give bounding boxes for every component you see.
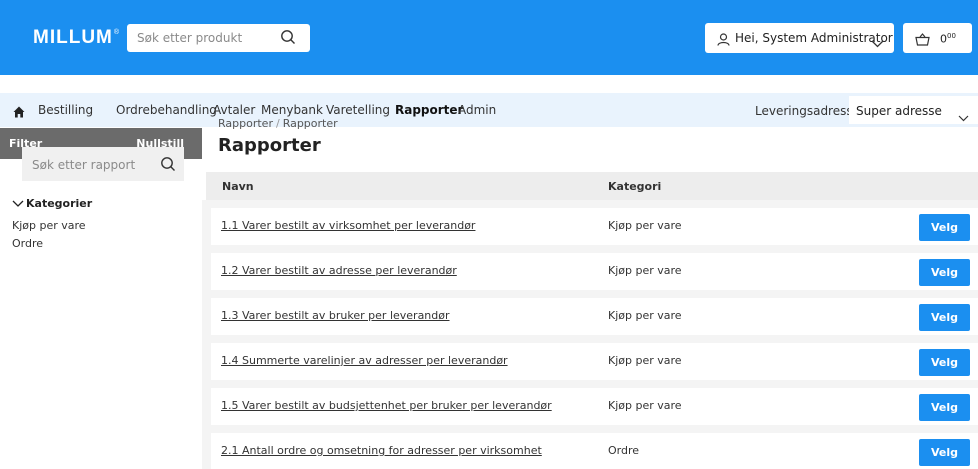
nav-item-bestilling[interactable]: Bestilling — [38, 103, 93, 117]
nav-item-rapporter[interactable]: Rapporter — [395, 103, 463, 117]
table-row: 1.1 Varer bestilt av virksomhet per leve… — [211, 208, 978, 245]
report-link[interactable]: 1.5 Varer bestilt av budsjettenhet per b… — [221, 399, 552, 412]
table-row: 1.2 Varer bestilt av adresse per leveran… — [211, 253, 978, 290]
report-category: Kjøp per vare — [608, 219, 682, 232]
report-link[interactable]: 1.4 Summerte varelinjer av adresser per … — [221, 354, 508, 367]
millum-logo[interactable]: MILLUM® — [33, 27, 119, 49]
column-header-name: Navn — [222, 180, 254, 193]
user-greeting: Hei, System Administrator — [735, 31, 893, 45]
table-row: 1.5 Varer bestilt av budsjettenhet per b… — [211, 388, 978, 425]
delivery-address-value: Super adresse — [856, 104, 942, 118]
delivery-address-select[interactable]: Super adresse — [849, 96, 978, 124]
table-row: 1.4 Summerte varelinjer av adresser per … — [211, 343, 978, 380]
nav-item-admin[interactable]: Admin — [458, 103, 496, 117]
top-header: MILLUM® Søk etter produkt Hei, System Ad… — [0, 0, 978, 75]
category-item-ordre[interactable]: Ordre — [12, 237, 43, 250]
user-icon — [717, 31, 730, 50]
report-link[interactable]: 1.3 Varer bestilt av bruker per leverand… — [221, 309, 450, 322]
breadcrumb-separator: / — [275, 117, 280, 130]
nav-item-varetelling[interactable]: Varetelling — [326, 103, 390, 117]
nav-item-menybank[interactable]: Menybank — [261, 103, 323, 117]
report-category: Kjøp per vare — [608, 309, 682, 322]
categories-title: Kategorier — [26, 197, 93, 210]
report-search-input[interactable]: Søk etter rapport — [22, 147, 184, 181]
chevron-down-icon — [958, 107, 969, 126]
select-report-button[interactable]: Velg — [919, 439, 970, 466]
page-title: Rapporter — [218, 135, 321, 156]
table-row: 1.3 Varer bestilt av bruker per leverand… — [211, 298, 978, 335]
main-navigation: Bestilling Ordrebehandling Avtaler Menyb… — [0, 93, 978, 127]
select-report-button[interactable]: Velg — [919, 304, 970, 331]
report-category: Kjøp per vare — [608, 399, 682, 412]
search-icon[interactable] — [160, 156, 176, 176]
column-header-category: Kategori — [608, 180, 662, 193]
cart-button[interactable]: 000 — [903, 23, 972, 53]
report-search-placeholder: Søk etter rapport — [32, 158, 136, 172]
chevron-down-icon — [871, 33, 884, 52]
report-category: Kjøp per vare — [608, 354, 682, 367]
delivery-address-label: Leveringsadresse — [755, 104, 860, 118]
category-item-kjop-per-vare[interactable]: Kjøp per vare — [12, 219, 86, 232]
basket-icon — [915, 31, 930, 50]
nav-item-ordrebehandling[interactable]: Ordrebehandling — [116, 103, 217, 117]
breadcrumb-current: Rapporter — [282, 117, 338, 130]
report-link[interactable]: 1.1 Varer bestilt av virksomhet per leve… — [221, 219, 475, 232]
table-header: Navn Kategori — [206, 172, 978, 200]
report-category: Kjøp per vare — [608, 264, 682, 277]
user-menu-button[interactable]: Hei, System Administrator — [705, 23, 894, 53]
table-row: 2.1 Antall ordre og omsetning for adress… — [211, 433, 978, 469]
categories-toggle[interactable]: Kategorier — [12, 197, 92, 210]
home-icon[interactable] — [13, 103, 25, 122]
select-report-button[interactable]: Velg — [919, 349, 970, 376]
nav-item-avtaler[interactable]: Avtaler — [213, 103, 255, 117]
breadcrumb-link[interactable]: Rapporter — [218, 117, 273, 130]
product-search-placeholder: Søk etter produkt — [137, 31, 243, 45]
select-report-button[interactable]: Velg — [919, 214, 970, 241]
chevron-down-icon — [12, 200, 24, 207]
cart-total: 000 — [940, 32, 956, 46]
product-search-input[interactable]: Søk etter produkt — [127, 24, 310, 52]
report-link[interactable]: 1.2 Varer bestilt av adresse per leveran… — [221, 264, 457, 277]
breadcrumb: Rapporter / Rapporter — [218, 117, 338, 130]
report-link[interactable]: 2.1 Antall ordre og omsetning for adress… — [221, 444, 542, 457]
select-report-button[interactable]: Velg — [919, 259, 970, 286]
select-report-button[interactable]: Velg — [919, 394, 970, 421]
search-icon[interactable] — [280, 29, 296, 49]
report-category: Ordre — [608, 444, 640, 457]
